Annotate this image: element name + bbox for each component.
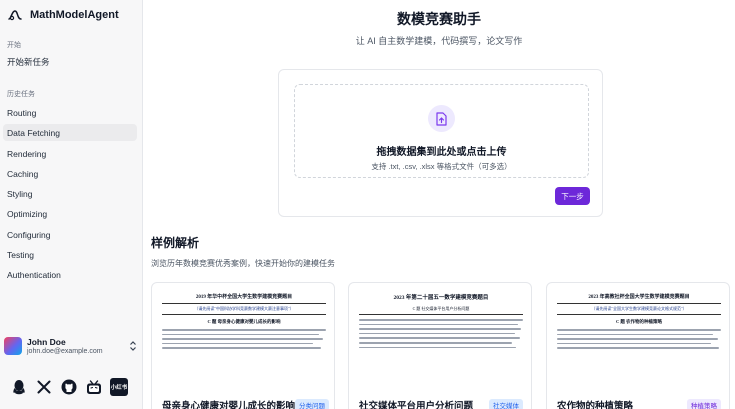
card-tag: 社交媒体: [489, 399, 523, 409]
section-label-start: 开始: [7, 42, 21, 49]
sidebar-item-routing[interactable]: Routing: [3, 104, 137, 121]
paper-head: 2023 年第二十届五一数学建模竞赛题目: [393, 295, 489, 301]
paper-subhead: C 题 社交媒体平台用户分析问题: [359, 304, 523, 315]
paper-head: 2023 年高教社杯全国大学生数学建模竞赛题目: [588, 295, 690, 300]
x-icon[interactable]: [35, 378, 53, 396]
sidebar-item-configuring[interactable]: Configuring: [3, 226, 137, 243]
card-title: 社交媒体平台用户分析问题: [359, 401, 474, 409]
user-email: john.doe@example.com: [27, 348, 103, 355]
qq-icon[interactable]: [10, 378, 28, 396]
social-links: 小红书: [10, 378, 128, 396]
sidebar-item-data-fetching[interactable]: Data Fetching: [3, 124, 137, 141]
page-title: 数模竞赛助手: [397, 11, 481, 27]
sidebar-item-rendering[interactable]: Rendering: [3, 145, 137, 162]
paper-text-lines: [557, 329, 721, 349]
next-step-button[interactable]: 下一步: [555, 187, 590, 205]
card-title: 母亲身心健康对婴儿成长的影响: [162, 401, 296, 409]
sidebar-item-styling[interactable]: Styling: [3, 185, 137, 202]
bilibili-icon[interactable]: [85, 378, 103, 396]
brand[interactable]: MathModelAgent: [6, 6, 119, 24]
file-upload-icon: [428, 105, 455, 132]
paper-preview: 2019 年华中杯全国大学生数学建模竞赛题目 （请先阅读"中国科协学科竞赛数学建…: [162, 293, 326, 352]
avatar: [4, 337, 22, 355]
file-drop-zone[interactable]: 拖拽数据集到此处或点击上传 支持 .txt, .csv, .xlsx 等格式文件…: [294, 84, 589, 178]
drop-zone-hint: 支持 .txt, .csv, .xlsx 等格式文件（可多选）: [371, 162, 512, 171]
paper-subhead: （请先阅读"中国科协学科竞赛数学建模大赛注意事项"）: [162, 303, 326, 315]
main-content: 数模竞赛助手 让 AI 自主数学建模，代码撰写，论文写作 拖拽数据集到此处或点击…: [143, 0, 735, 409]
upload-card: 拖拽数据集到此处或点击上传 支持 .txt, .csv, .xlsx 等格式文件…: [278, 69, 603, 217]
xiaohongshu-icon[interactable]: 小红书: [110, 378, 128, 396]
examples-description: 浏览历年数模竞赛优秀案例，快速开始你的建模任务: [151, 259, 335, 268]
paper-head: 2019 年华中杯全国大学生数学建模竞赛题目: [195, 295, 293, 300]
card-tag: 分类问题: [295, 399, 330, 409]
new-task-button[interactable]: 开始新任务: [3, 53, 137, 70]
sidebar-item-authentication[interactable]: Authentication: [3, 266, 137, 283]
page-subtitle: 让 AI 自主数学建模，代码撰写，论文写作: [355, 36, 523, 46]
function-logo-icon: [6, 6, 24, 24]
sidebar-item-optimizing[interactable]: Optimizing: [3, 205, 137, 222]
github-icon[interactable]: [60, 378, 78, 396]
paper-text-lines: [359, 319, 523, 349]
paper-preview: 2023 年第二十届五一数学建模竞赛题目 C 题 社交媒体平台用户分析问题: [359, 293, 523, 351]
brand-name: MathModelAgent: [30, 9, 119, 21]
section-label-history: 历史任务: [7, 91, 35, 98]
user-menu[interactable]: John Doe john.doe@example.com: [4, 334, 138, 358]
paper-heading: C 题 母亲身心健康对婴儿成长的影响: [207, 319, 281, 324]
drop-zone-title: 拖拽数据集到此处或点击上传: [376, 147, 507, 158]
paper-preview: 2023 年高教社杯全国大学生数学建模竞赛题目 （请先阅读"全国大学生数学建模竞…: [557, 293, 721, 352]
card-tag: 种植策略: [687, 399, 721, 409]
examples-title: 样例解析: [151, 236, 200, 250]
user-name: John Doe: [27, 337, 66, 347]
paper-heading: C 题 农作物的种植策略: [616, 319, 662, 324]
card-title: 农作物的种植策略: [557, 401, 634, 409]
paper-text-lines: [162, 329, 326, 349]
sidebar-item-caching[interactable]: Caching: [3, 165, 137, 182]
paper-subhead: （请先阅读"全国大学生数学建模竞赛论文格式规范"）: [557, 303, 721, 315]
sidebar-item-testing[interactable]: Testing: [3, 246, 137, 263]
example-card-maternal-health[interactable]: 2019 年华中杯全国大学生数学建模竞赛题目 （请先阅读"中国科协学科竞赛数学建…: [151, 282, 335, 409]
example-card-social-media[interactable]: 2023 年第二十届五一数学建模竞赛题目 C 题 社交媒体平台用户分析问题 社交…: [348, 282, 532, 409]
sidebar: MathModelAgent 开始 开始新任务 历史任务 Routing Dat…: [0, 0, 143, 409]
example-card-crop-planting[interactable]: 2023 年高教社杯全国大学生数学建模竞赛题目 （请先阅读"全国大学生数学建模竞…: [546, 282, 730, 409]
chevron-up-down-icon: [128, 339, 138, 353]
